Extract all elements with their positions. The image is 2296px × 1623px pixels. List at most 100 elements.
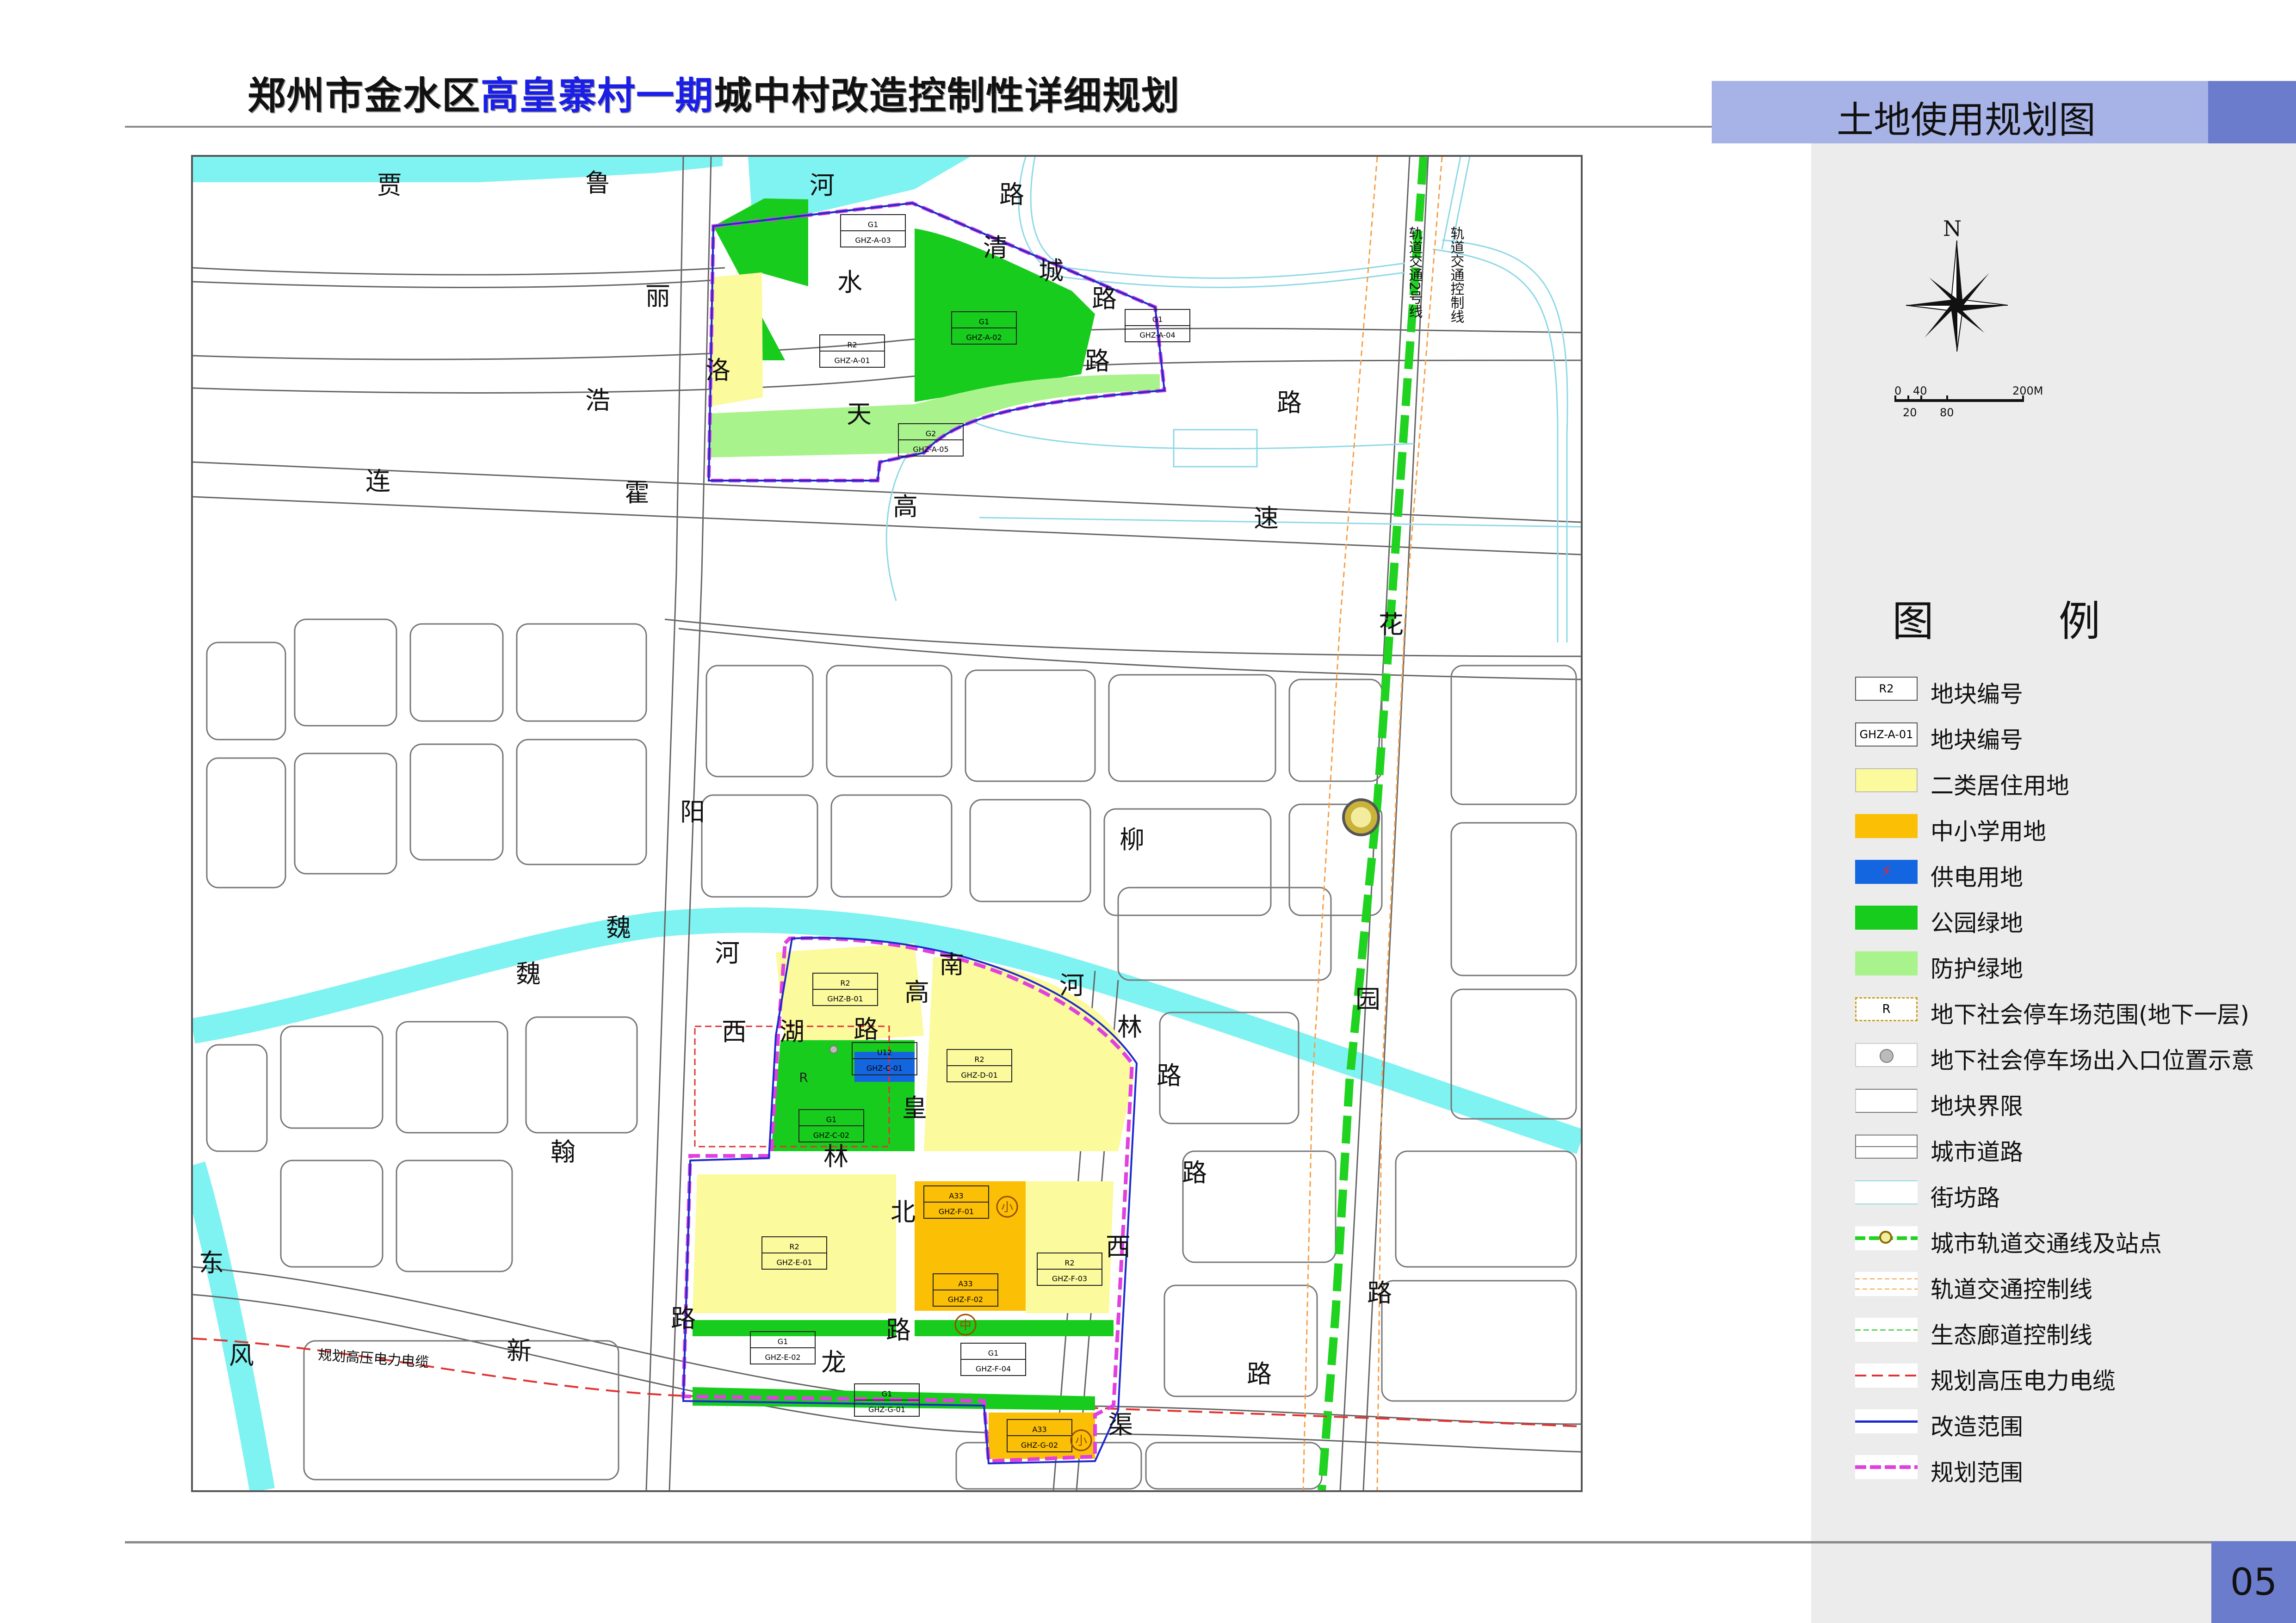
block (965, 669, 1096, 782)
road-label: 天 (847, 400, 872, 429)
parking-entry (829, 1045, 838, 1054)
block-road (885, 443, 916, 601)
scale-bar-svg: 0 40 200M 20 80 (1894, 384, 2043, 419)
block (396, 1160, 513, 1272)
road-label: 东 (199, 1248, 224, 1277)
compass-svg: N (1906, 216, 2008, 352)
parcel-id: GHZ-A-04 (1139, 331, 1175, 339)
land-use-map: G1 GHZ-A-03 R2 GHZ-A-01 G1 GHZ-A-02 G1 G… (191, 155, 1583, 1492)
parcel-id: GHZ-F-01 (939, 1207, 974, 1216)
power-cable-label: 规划高压电力电缆 (317, 1347, 429, 1371)
title-highlight: 高皇寨村一期 (481, 74, 714, 118)
road-label: 速 (1254, 504, 1279, 533)
title-part1: 郑州市金水区 (248, 74, 481, 118)
road-label: 高 (893, 492, 918, 521)
block (280, 1160, 384, 1268)
legend-label: 改造范围 (1931, 1413, 2023, 1440)
parcel-code: R2 (789, 1242, 799, 1251)
city-road-icon (1855, 1135, 1918, 1159)
block (706, 665, 814, 778)
rail-control-icon (1855, 1272, 1918, 1296)
river-jialu-segment (193, 157, 723, 182)
road-label: 路 (1277, 388, 1302, 417)
legend-title: 图 例 (1892, 597, 2142, 646)
road-label: 风 (229, 1341, 254, 1370)
north-arrow: N (1897, 216, 2008, 365)
scale-bar: 0 40 200M 20 80 (1890, 382, 2043, 423)
page-title: 郑州市金水区高皇寨村一期城中村改造控制性详细规划 (248, 65, 1180, 120)
road-label: 路 (1085, 346, 1110, 376)
marker-text: 小 (1001, 1201, 1013, 1215)
road-label: 河 (810, 171, 835, 200)
block (830, 794, 953, 898)
road-label: 高 (904, 978, 929, 1007)
scale-tick (1907, 395, 1909, 402)
river-dongfeng (193, 1161, 275, 1490)
parcel-code: R2 (1064, 1259, 1074, 1267)
reform-range-icon (1855, 1409, 1918, 1433)
parcel-fill-GHZ-F-04 (915, 1320, 1114, 1336)
parcel-id: GHZ-A-02 (966, 333, 1002, 342)
parcel-id: GHZ-B-01 (827, 994, 863, 1003)
parcel-id: GHZ-F-04 (976, 1364, 1011, 1373)
rail-station-inner (1351, 807, 1371, 827)
road-label: 路 (886, 1315, 911, 1345)
parcel-code: G1 (868, 220, 879, 229)
rail-line-label: 轨道交通2号线 (1406, 226, 1423, 318)
title-part2: 城中村改造控制性详细规划 (714, 74, 1181, 118)
block (1145, 1442, 1323, 1490)
plan-range-icon (1855, 1455, 1918, 1479)
parcel-id: GHZ-D-01 (961, 1071, 997, 1080)
parcel-fill-GHZ-F-03 (1026, 1181, 1114, 1313)
block (1381, 1280, 1577, 1402)
road-label: 路 (671, 1304, 696, 1333)
parcel-label-GHZ-A-01: R2 GHZ-A-01 (819, 334, 885, 368)
parking-range-symbol: R (1882, 1002, 1891, 1016)
legend-swatch-school (1855, 814, 1918, 838)
parcel-label-GHZ-A-04: G1 GHZ-A-04 (1125, 309, 1190, 342)
parcel-label-GHZ-G-01: G1 GHZ-G-01 (854, 1383, 920, 1417)
parking-range-icon: R (1855, 997, 1918, 1021)
road-label: 翰 (551, 1137, 576, 1166)
road-label: 路 (1182, 1158, 1207, 1187)
header-rule (125, 126, 1712, 128)
road-label: 林 (1117, 1012, 1142, 1042)
river-jialu (193, 157, 970, 226)
parcel-code: G2 (926, 429, 936, 438)
parcel-code: R2 (840, 979, 850, 987)
road-label: 渠 (1108, 1410, 1133, 1439)
block (206, 642, 286, 741)
parcel-id: GHZ-A-01 (834, 356, 870, 365)
road-label: 路 (1157, 1061, 1182, 1090)
road-edge (193, 267, 725, 276)
rail-station (1342, 798, 1380, 836)
road-edge (664, 618, 1581, 657)
block (1117, 887, 1332, 981)
road-label: 丽 (645, 282, 670, 311)
road-label: 连 (365, 467, 390, 496)
scale-tick (2022, 395, 2024, 402)
parcel-label-GHZ-F-04: G1 GHZ-F-04 (960, 1343, 1026, 1376)
city-road-icon-line (1856, 1146, 1917, 1147)
block (1108, 674, 1276, 782)
road-edge (678, 628, 1581, 680)
banner: 土地使用规划图 (1712, 81, 2296, 143)
banner-accent (2208, 81, 2296, 143)
parking-symbol: R (799, 1070, 808, 1085)
road-label: 洛 (706, 356, 730, 385)
road-label: 龙 (821, 1348, 846, 1377)
road-label: 路 (1367, 1278, 1392, 1308)
scale-label: 80 (1940, 406, 1954, 419)
legend-label: 地块界限 (1931, 1093, 2023, 1120)
legend-label: 公园绿地 (1931, 910, 2023, 937)
block (206, 757, 286, 889)
legend-label: 城市道路 (1931, 1139, 2023, 1166)
power-cable-icon-line (1855, 1375, 1918, 1376)
road-label: 清 (983, 233, 1008, 262)
parcel-id: GHZ-E-01 (776, 1258, 812, 1267)
compass-rose-icon (1906, 240, 2008, 352)
block (206, 1044, 268, 1152)
block (516, 623, 647, 722)
road-label: 阳 (680, 797, 705, 827)
road-edge (193, 461, 1581, 523)
